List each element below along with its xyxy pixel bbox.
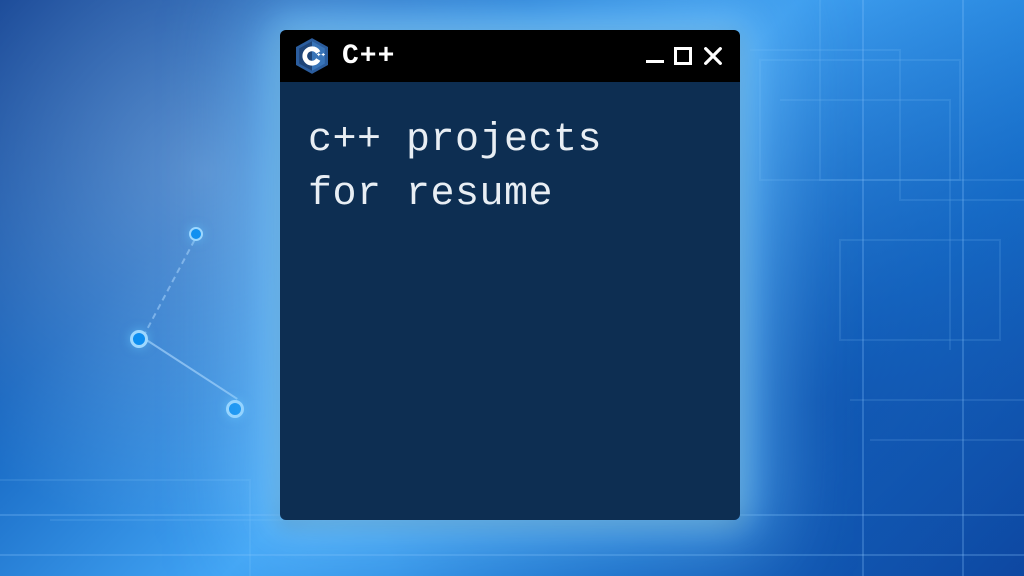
- terminal-body[interactable]: c++ projects for resume: [280, 82, 740, 520]
- terminal-window: C++ c++ projects for resume: [280, 30, 740, 520]
- network-node: [226, 400, 244, 418]
- terminal-text: c++ projects for resume: [308, 114, 712, 222]
- text-line-1: c++ projects: [308, 118, 602, 163]
- minimize-button[interactable]: [646, 60, 664, 63]
- grid-line: [0, 554, 1024, 556]
- close-icon: [702, 45, 724, 67]
- window-controls: [646, 45, 724, 67]
- text-line-2: for resume: [308, 172, 553, 217]
- network-node: [189, 227, 203, 241]
- network-node: [130, 330, 148, 348]
- grid-line: [862, 0, 864, 576]
- titlebar[interactable]: C++: [280, 30, 740, 82]
- window-title: C++: [342, 41, 646, 72]
- maximize-button[interactable]: [674, 47, 692, 65]
- cpp-logo-icon: [296, 40, 328, 72]
- grid-line: [962, 0, 964, 576]
- close-button[interactable]: [702, 45, 724, 67]
